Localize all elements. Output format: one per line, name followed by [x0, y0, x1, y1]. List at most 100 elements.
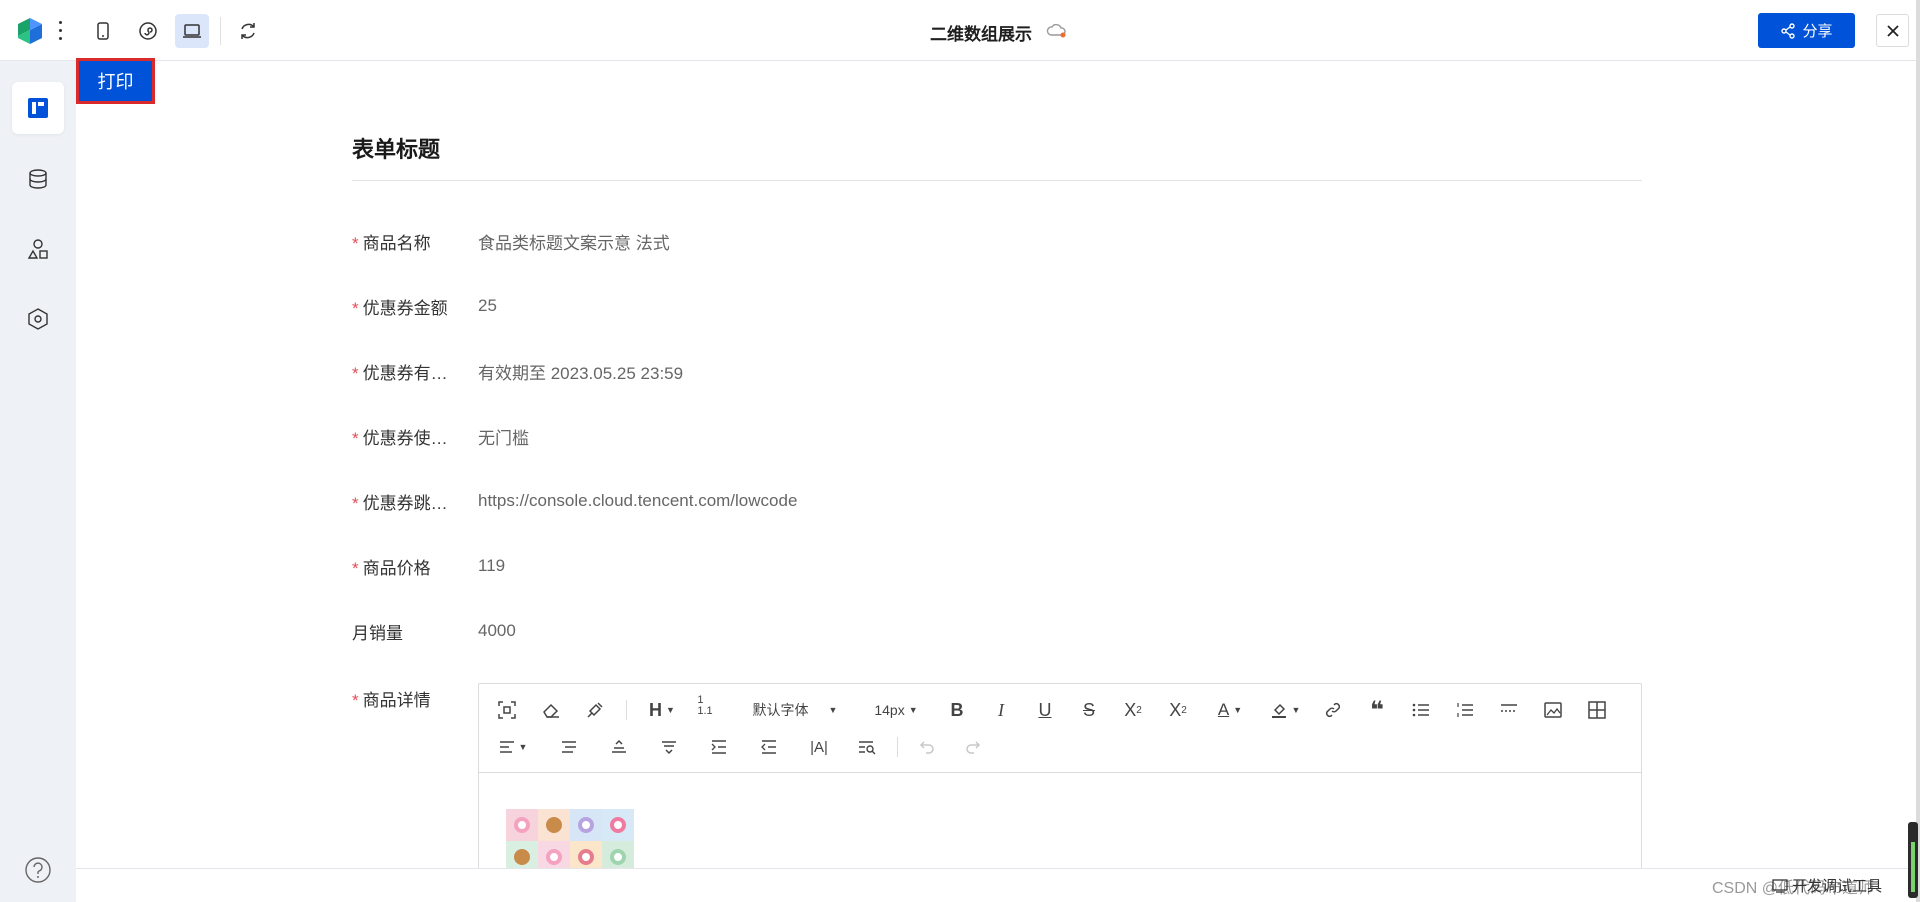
devtools-icon — [1772, 878, 1788, 893]
background-color-icon[interactable]: ▼ — [1267, 698, 1303, 722]
letter-spacing-icon[interactable]: |A| — [807, 735, 831, 759]
field-label: * 商品详情 — [352, 690, 431, 710]
cloud-sync-icon — [1046, 23, 1066, 38]
miniprogram-view-icon[interactable] — [131, 14, 165, 48]
eraser-icon[interactable] — [539, 698, 563, 722]
font-size-select[interactable]: 14px ▼ — [871, 698, 921, 722]
window-edge — [1916, 0, 1920, 902]
required-mark: * — [352, 298, 359, 318]
editor-toolbar: H ▼ 1 1.1 默认字体 ▼ 14px ▼ B I U S X2 X2 A ▼ ▼ … — [479, 684, 1641, 773]
field-value: 有效期至 2023.05.25 23:59 — [478, 363, 684, 383]
spacing-before-icon[interactable] — [607, 735, 631, 759]
format-painter-icon[interactable] — [583, 698, 607, 722]
form-row-product-name[interactable]: * 商品名称 食品类标题文案示意 法式 — [352, 229, 670, 253]
rich-text-editor[interactable]: H ▼ 1 1.1 默认字体 ▼ 14px ▼ B I U S X2 X2 A ▼ ▼ … — [478, 683, 1642, 873]
field-value: 4000 — [478, 621, 516, 640]
form-row-coupon-link[interactable]: * 优惠券跳… https://console.cloud.tencent.com… — [352, 489, 797, 513]
field-label: * 优惠券使… — [352, 428, 448, 448]
field-label: * 商品价格 — [352, 558, 431, 578]
outdent-icon[interactable] — [757, 735, 781, 759]
form-row-coupon-usage[interactable]: * 优惠券使… 无门槛 — [352, 424, 529, 448]
settings-icon — [28, 308, 48, 330]
page-title: 二维数组展示 — [930, 25, 1032, 44]
font-family-select[interactable]: 默认字体 ▼ — [747, 698, 843, 722]
undo-icon[interactable] — [915, 735, 939, 759]
help-icon[interactable] — [24, 856, 52, 884]
more-menu-icon[interactable] — [51, 18, 69, 42]
field-label: * 商品名称 — [352, 233, 431, 253]
divider-icon[interactable] — [1497, 698, 1521, 722]
required-mark: * — [352, 428, 359, 448]
layout-icon — [28, 98, 48, 118]
heading-icon[interactable]: H ▼ — [645, 698, 679, 722]
strikethrough-icon[interactable]: S — [1077, 698, 1101, 722]
close-icon — [1886, 24, 1899, 37]
link-icon[interactable] — [1321, 698, 1345, 722]
field-value: 119 — [478, 556, 506, 575]
indent-right-icon[interactable] — [557, 735, 581, 759]
sidebar-item-settings[interactable] — [12, 293, 64, 345]
indent-icon[interactable] — [707, 735, 731, 759]
line-height-icon[interactable]: 1 1.1 — [693, 694, 717, 718]
pc-view-icon[interactable] — [175, 14, 209, 48]
field-label: * 优惠券跳… — [352, 493, 448, 513]
sidebar-item-data[interactable] — [12, 153, 64, 205]
devtools-button[interactable]: 开发调试工具 — [1772, 875, 1882, 896]
audio-meter — [1908, 822, 1918, 898]
image-icon[interactable] — [1541, 698, 1565, 722]
toolbar-divider — [220, 17, 221, 45]
required-mark: * — [352, 363, 359, 383]
required-mark: * — [352, 233, 359, 253]
field-value: 食品类标题文案示意 法式 — [478, 233, 670, 253]
underline-icon[interactable]: U — [1033, 698, 1057, 722]
components-icon — [27, 239, 48, 259]
required-mark: * — [352, 690, 359, 710]
font-color-icon[interactable]: A ▼ — [1213, 698, 1247, 722]
share-label: 分享 — [1802, 23, 1833, 40]
subscript-icon[interactable]: X2 — [1165, 698, 1191, 722]
blockquote-icon[interactable]: ❝ — [1365, 697, 1389, 724]
print-button[interactable]: 打印 — [76, 58, 155, 104]
bullet-list-icon[interactable] — [1409, 698, 1433, 722]
required-mark: * — [352, 493, 359, 513]
editor-content[interactable] — [479, 773, 1641, 872]
field-value: 25 — [478, 296, 497, 315]
form-row-product-detail: * 商品详情 — [352, 686, 478, 710]
fullscreen-icon[interactable] — [495, 698, 519, 722]
dessert-image — [506, 809, 634, 872]
align-left-icon[interactable]: ▼ — [495, 735, 531, 759]
form-row-coupon-amount[interactable]: * 优惠券金额 25 — [352, 294, 497, 318]
app-logo-icon[interactable] — [15, 16, 45, 46]
mobile-view-icon[interactable] — [86, 14, 120, 48]
share-button[interactable]: 分享 — [1758, 13, 1855, 48]
field-value: 无门槛 — [478, 428, 529, 448]
sidebar-item-pages[interactable] — [12, 82, 64, 134]
status-bar — [76, 868, 1918, 902]
numbered-list-icon[interactable] — [1453, 698, 1477, 722]
share-icon — [1781, 22, 1796, 39]
redo-icon[interactable] — [961, 735, 985, 759]
form-divider — [352, 180, 1642, 181]
form-title: 表单标题 — [352, 137, 441, 162]
close-button[interactable] — [1876, 14, 1909, 47]
top-bar: 二维数组展示 分享 — [0, 0, 1920, 61]
bold-icon[interactable]: B — [945, 698, 969, 722]
sidebar-item-components[interactable] — [12, 223, 64, 275]
field-value: https://console.cloud.tencent.com/lowcod… — [478, 491, 798, 510]
superscript-icon[interactable]: X2 — [1121, 698, 1145, 722]
find-replace-icon[interactable] — [855, 735, 879, 759]
devtools-label: 开发调试工具 — [1792, 878, 1883, 895]
field-label: 月销量 — [352, 623, 403, 643]
form-row-product-price[interactable]: * 商品价格 119 — [352, 554, 505, 578]
field-label: * 优惠券有… — [352, 363, 448, 383]
toolbar-divider — [897, 737, 898, 757]
table-icon[interactable] — [1585, 698, 1609, 722]
form-row-coupon-validity[interactable]: * 优惠券有… 有效期至 2023.05.25 23:59 — [352, 359, 683, 383]
form-row-monthly-sales[interactable]: 月销量 4000 — [352, 619, 516, 643]
refresh-icon[interactable] — [231, 14, 265, 48]
spacing-after-icon[interactable] — [657, 735, 681, 759]
field-label: * 优惠券金额 — [352, 298, 448, 318]
required-mark: * — [352, 558, 359, 578]
toolbar-divider — [626, 700, 627, 720]
italic-icon[interactable]: I — [989, 698, 1013, 722]
